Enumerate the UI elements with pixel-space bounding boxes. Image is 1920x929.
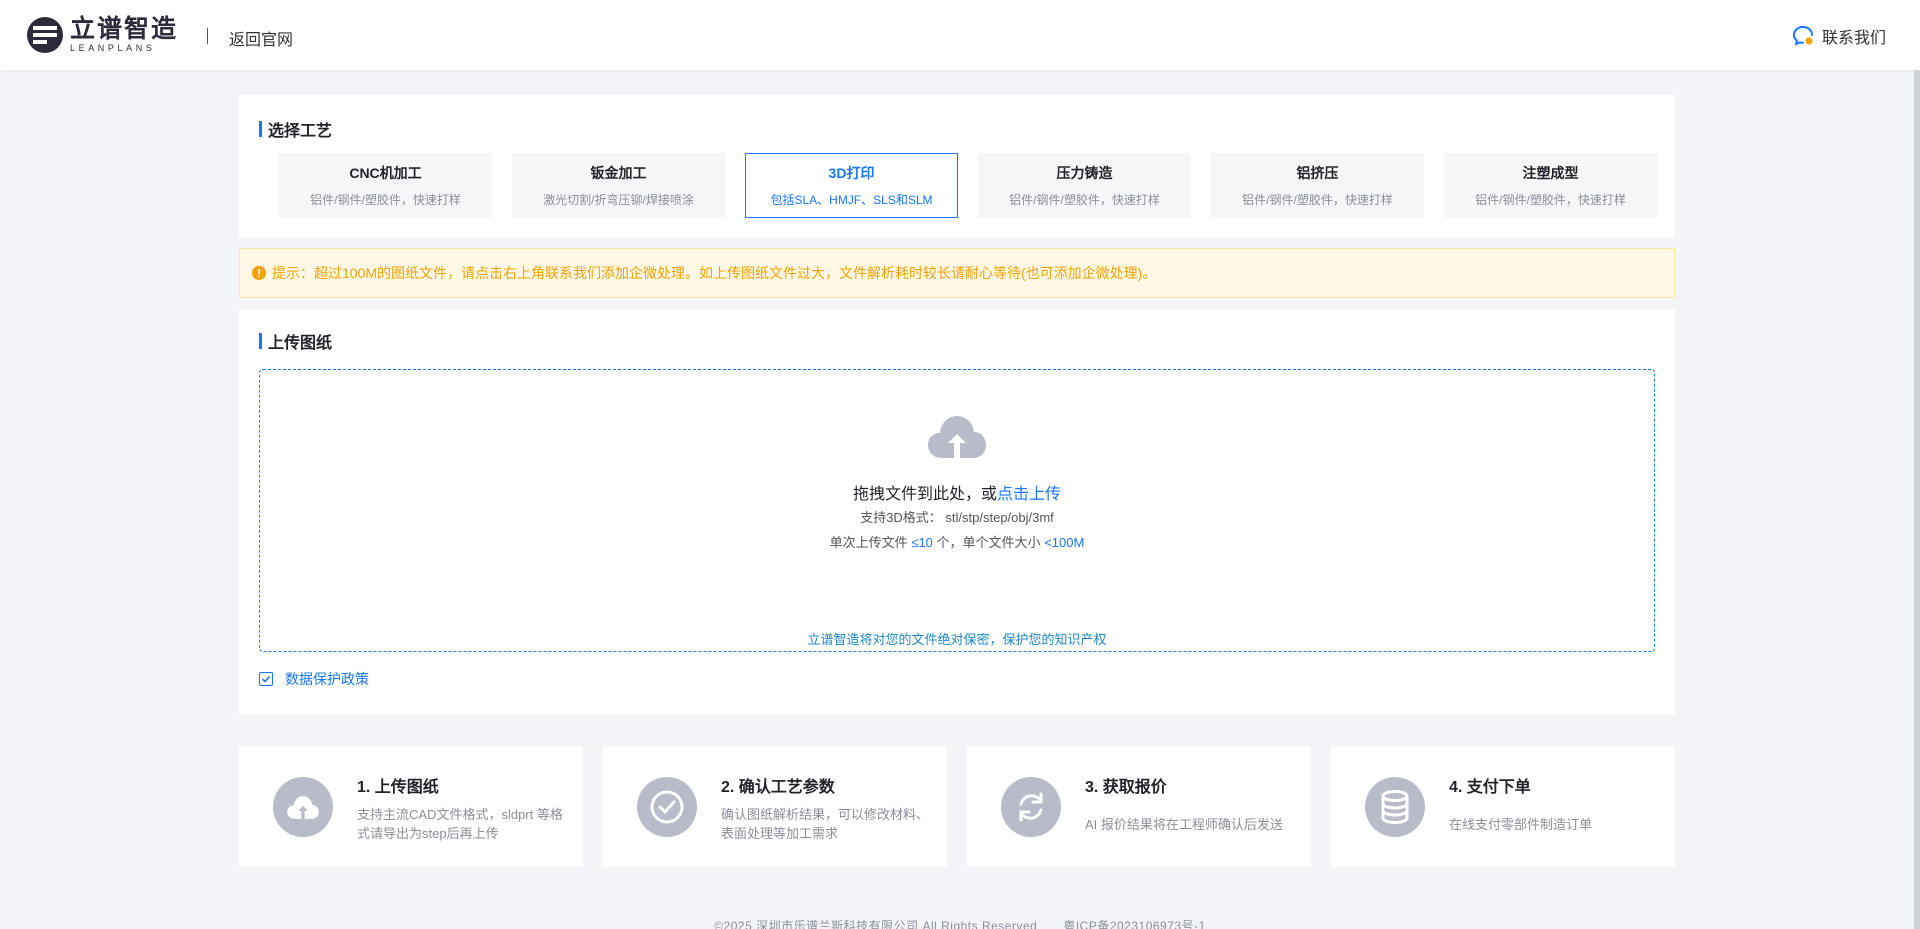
chat-icon — [1792, 26, 1813, 46]
step-title: 2. 确认工艺参数 — [721, 779, 835, 796]
process-option-desc: 包括SLA、HMJF、SLS和SLM — [770, 193, 933, 207]
drop-instruction: 拖拽文件到此处，或点击上传 — [260, 480, 1654, 504]
process-option-desc: 铝件/钢件/塑胶件，快速打样 — [1009, 193, 1160, 207]
back-to-site-link[interactable]: 返回官网 — [229, 26, 293, 50]
page-scrollbar[interactable] — [1914, 70, 1920, 929]
process-option[interactable]: 3D打印包括SLA、HMJF、SLS和SLM — [745, 153, 958, 218]
contact-us-label: 联系我们 — [1821, 30, 1886, 47]
process-option-name: CNC机加工 — [349, 165, 422, 181]
process-option-desc: 铝件/钢件/塑胶件，快速打样 — [1242, 193, 1393, 207]
brand-name-en: LEANPLANS — [70, 43, 156, 53]
process-option-desc: 激光切割/折弯压铆/焊接喷涂 — [543, 193, 694, 207]
step-pay: 4. 支付下单 在线支付零部件制造订单 — [1331, 747, 1675, 867]
upload-panel: 上传图纸 拖拽文件到此处，或点击上传 支持3D格式： stl/stp/step/… — [239, 309, 1675, 715]
top-bar: 立谱智造 LEANPLANS 返回官网 联系我们 — [0, 0, 1920, 70]
step-description: 在线支付零部件制造订单 — [1449, 817, 1593, 832]
step-description: 支持主流CAD文件格式，sldprt 等格式请导出为step后再上传 — [357, 807, 563, 841]
process-list: CNC机加工 铝件/钢件/塑胶件，快速打样 钣金加工 激光切割/折弯压铆/焊接喷涂 3D… — [279, 153, 1657, 218]
step-confirm: 2. 确认工艺参数 确认图纸解析结果，可以修改材料、表面处理等加工需求 — [603, 747, 947, 867]
header-divider — [207, 28, 208, 44]
limit-middle: 个，单个文件大小 — [936, 535, 1041, 550]
limit-size: <100M — [1044, 535, 1085, 550]
policy-label[interactable]: 数据保护政策 — [285, 669, 369, 689]
upload-notice: 提示：超过100M的图纸文件，请点击右上角联系我们添加企微处理。如上传图纸文件过… — [239, 248, 1675, 298]
process-option[interactable]: 注塑成型铝件/钢件/塑胶件，快速打样 — [1444, 153, 1657, 218]
upload-section-title: 上传图纸 — [259, 329, 332, 353]
click-upload-link[interactable]: 点击上传 — [997, 486, 1061, 503]
database-icon — [1381, 790, 1409, 825]
step-description: AI 报价结果将在工程师确认后发送 — [1085, 817, 1283, 832]
step-description: 确认图纸解析结果，可以修改材料、表面处理等加工需求 — [721, 807, 930, 841]
contact-us-button[interactable]: 联系我们 — [1792, 24, 1886, 48]
confidentiality-note: 立谱智造将对您的文件绝对保密，保护您的知识产权 — [807, 632, 1107, 647]
upload-limits: 单次上传文件 ≤10 个，单个文件大小 <100M — [260, 532, 1654, 551]
brand-name: 立谱智造 — [70, 15, 179, 43]
brand-logo-icon — [27, 17, 63, 53]
process-option-desc: 铝件/钢件/塑胶件，快速打样 — [1475, 193, 1626, 207]
step-icon-circle — [1365, 777, 1425, 837]
drop-text: 拖拽文件到此处，或 — [852, 486, 997, 503]
supported-formats: 支持3D格式： stl/stp/step/obj/3mf — [860, 510, 1054, 525]
step-icon-circle — [1001, 777, 1061, 837]
process-option-name: 压力铸造 — [1056, 165, 1113, 181]
limit-count: ≤10 — [911, 535, 933, 550]
process-option-name: 注塑成型 — [1522, 165, 1579, 181]
brand-logo[interactable]: 立谱智造 LEANPLANS — [26, 16, 178, 54]
step-title: 3. 获取报价 — [1085, 779, 1167, 796]
process-option[interactable]: CNC机加工铝件/钢件/塑胶件，快速打样 — [279, 153, 492, 218]
page-footer: ©2025 深圳市乐谱兰斯科技有限公司 All Rights Reserved 粤… — [0, 917, 1920, 929]
limit-prefix: 单次上传文件 — [829, 535, 908, 550]
cloud-upload-icon — [287, 796, 319, 819]
process-option-name: 铝挤压 — [1296, 165, 1339, 181]
process-option-name: 钣金加工 — [590, 165, 647, 181]
process-section-title: 选择工艺 — [259, 117, 332, 141]
refresh-icon — [1019, 792, 1043, 822]
process-option[interactable]: 铝挤压铝件/钢件/塑胶件，快速打样 — [1211, 153, 1424, 218]
step-icon-circle — [637, 777, 697, 837]
process-option[interactable]: 压力铸造铝件/钢件/塑胶件，快速打样 — [978, 153, 1191, 218]
notice-text: 提示：超过100M的图纸文件，请点击右上角联系我们添加企微处理。如上传图纸文件过… — [272, 265, 1157, 281]
step-title: 4. 支付下单 — [1449, 779, 1531, 796]
step-quote: 3. 获取报价 AI 报价结果将在工程师确认后发送 — [967, 747, 1311, 867]
step-title: 1. 上传图纸 — [357, 779, 439, 796]
process-option-name: 3D打印 — [828, 165, 875, 181]
policy-checkbox[interactable] — [259, 672, 273, 686]
check-circle-icon — [650, 790, 684, 824]
process-option[interactable]: 钣金加工激光切割/折弯压铆/焊接喷涂 — [512, 153, 725, 218]
process-option-desc: 铝件/钢件/塑胶件，快速打样 — [310, 193, 461, 207]
cloud-upload-icon — [928, 416, 986, 458]
process-steps: 1. 上传图纸 支持主流CAD文件格式，sldprt 等格式请导出为step后再… — [239, 747, 1675, 867]
footer-icp-link[interactable]: 粤ICP备2023106973号-1 — [1063, 919, 1205, 929]
data-protection-policy[interactable]: 数据保护政策 — [259, 669, 369, 689]
process-selection-panel: 选择工艺 CNC机加工 铝件/钢件/塑胶件，快速打样 钣金加工 激光切割/折弯压铆/焊… — [239, 95, 1675, 237]
step-icon-circle — [273, 777, 333, 837]
step-upload: 1. 上传图纸 支持主流CAD文件格式，sldprt 等格式请导出为step后再… — [239, 747, 583, 867]
checkmark-icon — [261, 675, 271, 683]
warning-icon — [252, 266, 266, 280]
file-dropzone[interactable]: 拖拽文件到此处，或点击上传 支持3D格式： stl/stp/step/obj/3… — [259, 369, 1655, 652]
footer-copyright: ©2025 深圳市乐谱兰斯科技有限公司 All Rights Reserved — [714, 919, 1038, 929]
